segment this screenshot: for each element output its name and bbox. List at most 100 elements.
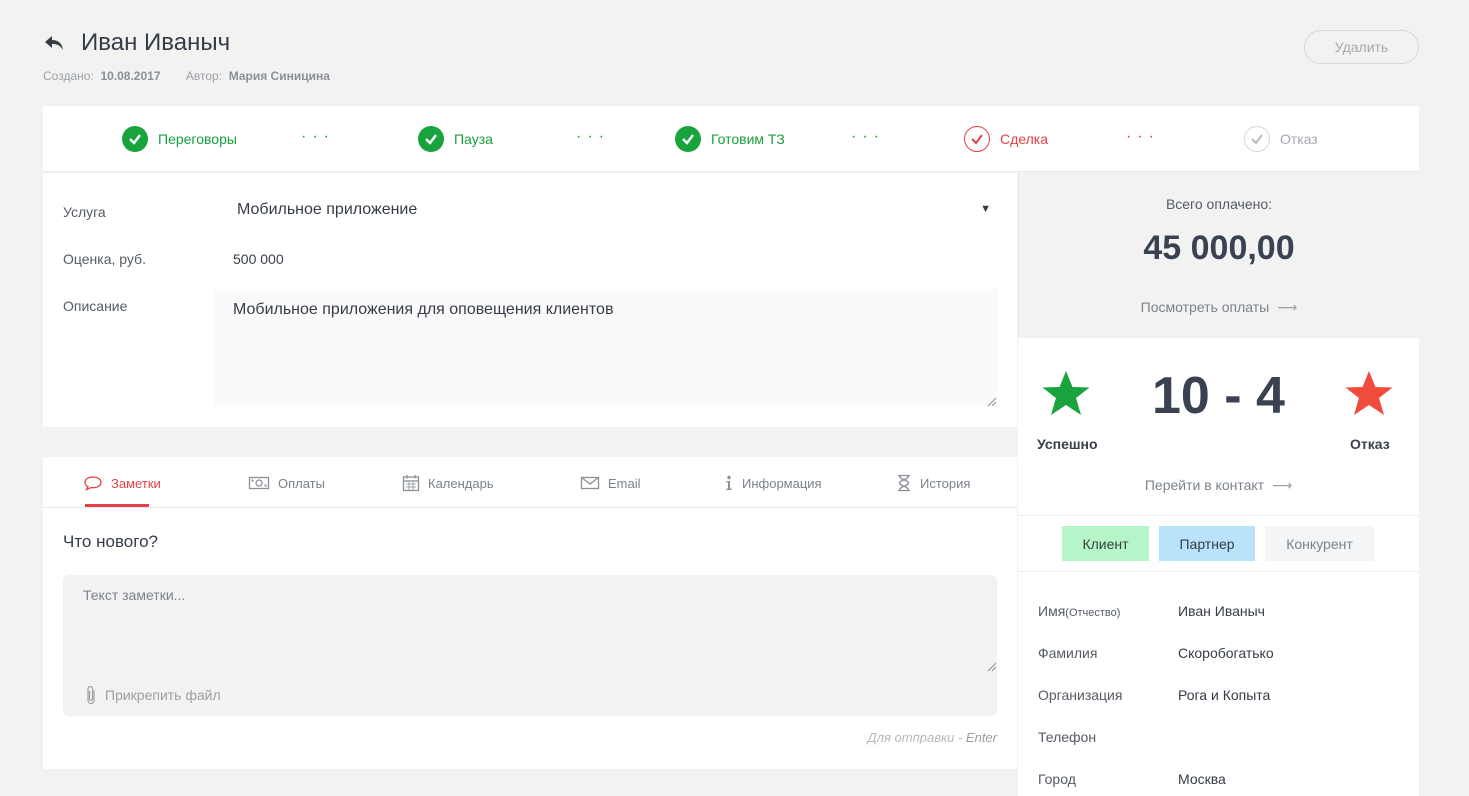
note-input[interactable] — [63, 575, 997, 675]
stage-label: Отказ — [1280, 131, 1318, 147]
name-label: Имя(Отчество) — [1038, 603, 1120, 619]
estimate-value[interactable]: 500 000 — [233, 251, 284, 267]
stage-connector: ··· — [576, 128, 610, 145]
tab-email[interactable]: Email — [580, 473, 641, 493]
contact-role-group: Клиент Партнер Конкурент — [1018, 516, 1419, 572]
description-field[interactable]: Мобильное приложения для оповещения клие… — [214, 289, 997, 407]
surname-label: Фамилия — [1038, 645, 1098, 661]
stage-label: Переговоры — [158, 131, 237, 147]
activity-panel: Заметки Оплаты Календарь Email Информаци… — [43, 457, 1017, 769]
role-partner-button[interactable]: Партнер — [1159, 526, 1255, 561]
success-label: Успешно — [1037, 436, 1098, 452]
name-value[interactable]: Иван Иваныч — [1178, 603, 1265, 619]
tab-label: Email — [608, 475, 641, 491]
stage-pause[interactable]: Пауза — [418, 126, 493, 152]
stage-spec[interactable]: Готовим ТЗ — [675, 126, 785, 152]
speech-bubble-icon — [84, 476, 102, 491]
send-hint: Для отправки - Enter — [868, 730, 998, 745]
view-payments-label: Посмотреть оплаты — [1140, 299, 1270, 315]
activity-tabs: Заметки Оплаты Календарь Email Информаци… — [43, 457, 1017, 508]
city-label: Город — [1038, 771, 1076, 787]
deal-details: Услуга Мобильное приложение ▼ Оценка, ру… — [43, 173, 1017, 427]
check-circle-outline-icon — [1244, 126, 1270, 152]
view-payments-link[interactable]: Посмотреть оплаты ⟶ — [1019, 299, 1419, 316]
stage-label: Готовим ТЗ — [711, 131, 785, 147]
tab-calendar[interactable]: Календарь — [402, 473, 494, 493]
stage-label: Пауза — [454, 131, 493, 147]
active-tab-indicator — [85, 504, 149, 507]
estimate-label: Оценка, руб. — [63, 251, 146, 267]
role-client-button[interactable]: Клиент — [1062, 526, 1149, 561]
tab-label: Заметки — [111, 475, 161, 491]
note-composer: Прикрепить файл — [63, 575, 997, 716]
service-select[interactable]: Мобильное приложение ▼ — [237, 201, 997, 225]
right-panel: Всего оплачено: 45 000,00 Посмотреть опл… — [1018, 173, 1419, 796]
paid-total-label: Всего оплачено: — [1165, 196, 1273, 212]
stage-connector: ··· — [851, 128, 885, 145]
envelope-icon — [580, 476, 600, 490]
go-to-contact-link[interactable]: Перейти в контакт ⟶ — [1018, 477, 1419, 494]
hourglass-icon — [898, 474, 910, 492]
send-hint-text: Для отправки - — [867, 730, 966, 745]
back-arrow-icon[interactable] — [43, 32, 65, 54]
info-icon — [726, 475, 732, 490]
service-value: Мобильное приложение — [237, 201, 418, 218]
tab-info[interactable]: Информация — [724, 473, 822, 493]
deal-score: Успешно 10 - 4 Отказ Перейти в контакт ⟶ — [1018, 338, 1419, 516]
delete-button[interactable]: Удалить — [1304, 30, 1419, 64]
notes-heading: Что нового? — [63, 532, 158, 551]
created-date: 10.08.2017 — [100, 69, 161, 83]
tab-history[interactable]: История — [896, 473, 970, 493]
payments-summary: Всего оплачено: 45 000,00 Посмотреть опл… — [1018, 173, 1419, 338]
contact-name-row: Имя(Отчество) Иван Иваныч — [1038, 603, 1408, 623]
tab-notes[interactable]: Заметки — [83, 473, 161, 493]
created-label: Создано: — [43, 69, 94, 83]
org-value[interactable]: Рога и Копыта — [1178, 687, 1270, 703]
tab-label: Информация — [742, 475, 822, 491]
resize-grip-icon[interactable] — [987, 397, 997, 407]
deal-meta: Создано: 10.08.2017 Автор: Мария Синицин… — [43, 69, 330, 83]
fail-star-icon — [1345, 371, 1393, 415]
deal-pipeline: Переговоры ··· Пауза ··· Готовим ТЗ ··· … — [43, 106, 1419, 172]
name-label-text: Имя — [1038, 603, 1066, 619]
description-label: Описание — [63, 298, 128, 314]
arrow-right-icon: ⟶ — [1272, 477, 1293, 493]
contact-org-row: Организация Рога и Копыта — [1038, 687, 1408, 707]
go-to-contact-label: Перейти в контакт — [1144, 477, 1265, 493]
stage-connector: ··· — [1126, 128, 1160, 145]
paid-total-value: 45 000,00 — [1143, 229, 1295, 267]
city-value[interactable]: Москва — [1178, 771, 1226, 787]
phone-label: Телефон — [1038, 729, 1097, 745]
send-hint-key: Enter — [965, 730, 997, 745]
paperclip-icon — [87, 685, 95, 705]
author-label: Автор: — [185, 69, 223, 83]
attach-file-button[interactable]: Прикрепить файл — [85, 685, 221, 705]
org-label: Организация — [1038, 687, 1123, 703]
check-circle-icon — [675, 126, 701, 152]
name-label-sub: (Отчество) — [1065, 607, 1121, 619]
calendar-icon — [402, 475, 420, 492]
check-circle-outline-icon — [964, 126, 990, 152]
stage-negotiations[interactable]: Переговоры — [122, 126, 237, 152]
tab-label: Календарь — [428, 475, 494, 491]
tab-payments[interactable]: Оплаты — [248, 473, 325, 493]
stage-deal[interactable]: Сделка — [964, 126, 1048, 152]
check-circle-icon — [122, 126, 148, 152]
tab-label: Оплаты — [278, 475, 325, 491]
role-competitor-button[interactable]: Конкурент — [1265, 526, 1374, 561]
contact-city-row: Город Москва — [1038, 771, 1408, 791]
check-circle-icon — [418, 126, 444, 152]
money-icon — [248, 476, 270, 490]
stage-label: Сделка — [1000, 131, 1048, 147]
caret-down-icon: ▼ — [980, 203, 991, 215]
surname-value[interactable]: Скоробогатько — [1178, 645, 1274, 661]
contact-surname-row: Фамилия Скоробогатько — [1038, 645, 1408, 665]
stage-connector: ··· — [301, 128, 335, 145]
attach-file-label: Прикрепить файл — [105, 687, 221, 703]
tab-label: История — [920, 475, 971, 491]
fail-label: Отказ — [1350, 436, 1390, 452]
resize-grip-icon[interactable] — [987, 662, 997, 672]
arrow-right-icon: ⟶ — [1277, 299, 1298, 315]
service-label: Услуга — [63, 204, 106, 220]
stage-refusal[interactable]: Отказ — [1244, 126, 1318, 152]
